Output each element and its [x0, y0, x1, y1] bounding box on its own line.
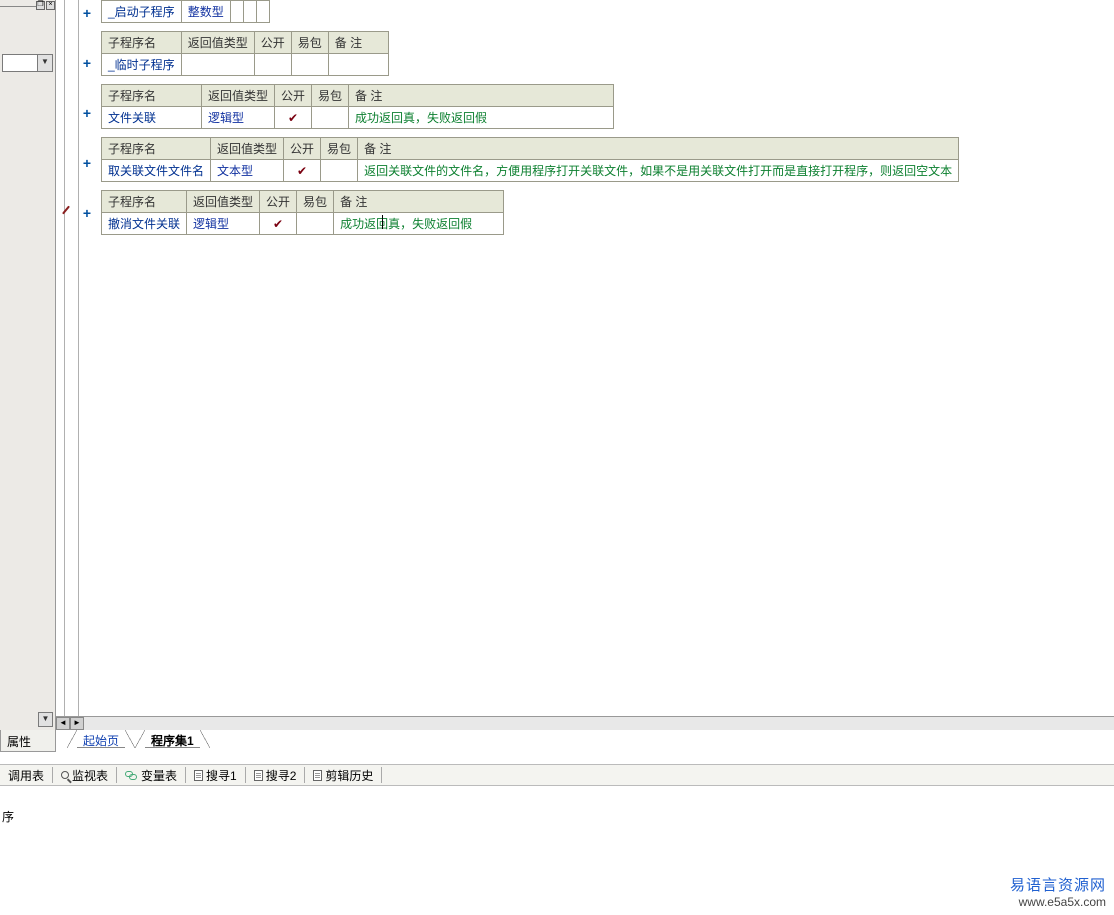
pkg-cell[interactable]	[297, 213, 334, 235]
col-ret: 返回值类型	[181, 32, 254, 54]
col-pkg: 易包	[291, 32, 328, 54]
bottom-toolbar: 调用表 监视表 变量表 搜寻1 搜寻2 剪辑历史	[0, 764, 1114, 786]
public-cell[interactable]: ✔	[275, 107, 312, 129]
watermark-title: 易语言资源网	[1010, 874, 1106, 895]
code-editor: +++++ _启动子程序整数型子程序名返回值类型公开易包备 注_临时子程序子程序…	[56, 0, 1114, 730]
col-remark: 备 注	[358, 138, 959, 160]
tool-search-1[interactable]: 搜寻1	[190, 767, 241, 784]
sub-name[interactable]: _启动子程序	[102, 1, 182, 23]
panel-dropdown[interactable]: ▼	[2, 54, 53, 72]
sub-name[interactable]: 文件关联	[102, 107, 202, 129]
col-pub: 公开	[275, 85, 312, 107]
col-name: 子程序名	[102, 32, 182, 54]
subroutine-table: 子程序名返回值类型公开易包备 注取关联文件文件名文本型✔ 返回关联文件的文件名，方…	[101, 137, 959, 182]
col-name: 子程序名	[102, 138, 211, 160]
panel-restore-icon[interactable]: ❐	[36, 1, 45, 10]
sub-name[interactable]: 撤消文件关联	[102, 213, 187, 235]
remark-cell[interactable]	[328, 54, 388, 76]
expand-icon[interactable]: +	[80, 56, 94, 70]
public-cell[interactable]	[230, 1, 243, 23]
doc-search-icon	[194, 770, 203, 781]
pkg-cell[interactable]	[312, 107, 349, 129]
return-type[interactable]: 逻辑型	[202, 107, 275, 129]
remark-cell[interactable]: 成功返回真，失败返回假	[334, 213, 504, 235]
gutter-line	[78, 0, 79, 730]
sub-name[interactable]: 取关联文件文件名	[102, 160, 211, 182]
col-ret: 返回值类型	[187, 191, 260, 213]
tool-call-table[interactable]: 调用表	[4, 767, 48, 784]
col-pub: 公开	[284, 138, 321, 160]
pkg-cell[interactable]	[321, 160, 358, 182]
edit-marker-icon	[60, 204, 74, 218]
col-pkg: 易包	[321, 138, 358, 160]
expand-icon[interactable]: +	[80, 206, 94, 220]
left-panel: ❐ × ▼ ▼	[0, 0, 56, 730]
expand-icon[interactable]: +	[80, 156, 94, 170]
clipboard-icon	[313, 770, 322, 781]
status-area: 序	[0, 788, 1114, 908]
panel-divider	[0, 6, 40, 7]
col-ret: 返回值类型	[211, 138, 284, 160]
scroll-left-icon[interactable]: ◄	[56, 717, 70, 730]
col-remark: 备 注	[328, 32, 388, 54]
col-pub: 公开	[254, 32, 291, 54]
expand-icon[interactable]: +	[80, 6, 94, 20]
panel-window-controls: ❐ ×	[35, 1, 55, 10]
return-type[interactable]	[181, 54, 254, 76]
col-remark: 备 注	[334, 191, 504, 213]
col-pkg: 易包	[312, 85, 349, 107]
col-pkg: 易包	[297, 191, 334, 213]
expand-icon[interactable]: +	[80, 106, 94, 120]
subroutine-table: 子程序名返回值类型公开易包备 注 _临时子程序	[101, 31, 389, 76]
sheet-tabs: 起始页 程序集1	[67, 730, 210, 752]
col-pub: 公开	[260, 191, 297, 213]
chevron-down-icon[interactable]: ▼	[37, 55, 52, 71]
watermark: 易语言资源网 www.e5a5x.com	[1010, 874, 1106, 909]
sub-name[interactable]: _临时子程序	[102, 54, 182, 76]
public-cell[interactable]	[254, 54, 291, 76]
link-icon	[125, 769, 138, 782]
subroutine-table: 子程序名返回值类型公开易包备 注撤消文件关联逻辑型✔ 成功返回真，失败返回假	[101, 190, 504, 235]
public-cell[interactable]: ✔	[260, 213, 297, 235]
return-type[interactable]: 逻辑型	[187, 213, 260, 235]
public-cell[interactable]: ✔	[284, 160, 321, 182]
remark-cell[interactable]: 返回关联文件的文件名，方便用程序打开关联文件，如果不是用关联文件打开而是直接打开…	[358, 160, 959, 182]
subroutine-table: _启动子程序整数型	[101, 0, 270, 23]
remark-cell[interactable]: 成功返回真，失败返回假	[349, 107, 614, 129]
tool-variable-table[interactable]: 变量表	[121, 767, 181, 784]
text-cursor	[382, 215, 383, 229]
col-remark: 备 注	[349, 85, 614, 107]
properties-tab[interactable]: 属性	[0, 730, 56, 752]
return-type[interactable]: 整数型	[181, 1, 230, 23]
scroll-right-icon[interactable]: ►	[70, 717, 84, 730]
panel-close-icon[interactable]: ×	[46, 1, 55, 10]
status-text: 序	[2, 810, 14, 824]
gutter: +++++	[56, 0, 78, 730]
horizontal-scrollbar[interactable]: ◄ ►	[56, 716, 1114, 730]
tool-clip-history[interactable]: 剪辑历史	[309, 767, 377, 784]
col-name: 子程序名	[102, 191, 187, 213]
doc-search-icon	[254, 770, 263, 781]
watermark-url: www.e5a5x.com	[1010, 895, 1106, 909]
subroutine-table: 子程序名返回值类型公开易包备 注文件关联逻辑型✔ 成功返回真，失败返回假	[101, 84, 614, 129]
tab-program-set-1[interactable]: 程序集1	[145, 730, 200, 748]
tool-watch-table[interactable]: 监视表	[57, 767, 112, 784]
subroutine-tables: _启动子程序整数型子程序名返回值类型公开易包备 注_临时子程序子程序名返回值类型…	[101, 0, 1114, 243]
pkg-cell[interactable]	[243, 1, 256, 23]
col-ret: 返回值类型	[202, 85, 275, 107]
col-name: 子程序名	[102, 85, 202, 107]
tool-search-2[interactable]: 搜寻2	[250, 767, 301, 784]
remark-cell[interactable]	[256, 1, 269, 23]
tab-start-page[interactable]: 起始页	[77, 730, 125, 748]
pkg-cell[interactable]	[291, 54, 328, 76]
return-type[interactable]: 文本型	[211, 160, 284, 182]
magnifier-icon	[61, 771, 69, 779]
panel-scroll-down[interactable]: ▼	[38, 712, 53, 727]
